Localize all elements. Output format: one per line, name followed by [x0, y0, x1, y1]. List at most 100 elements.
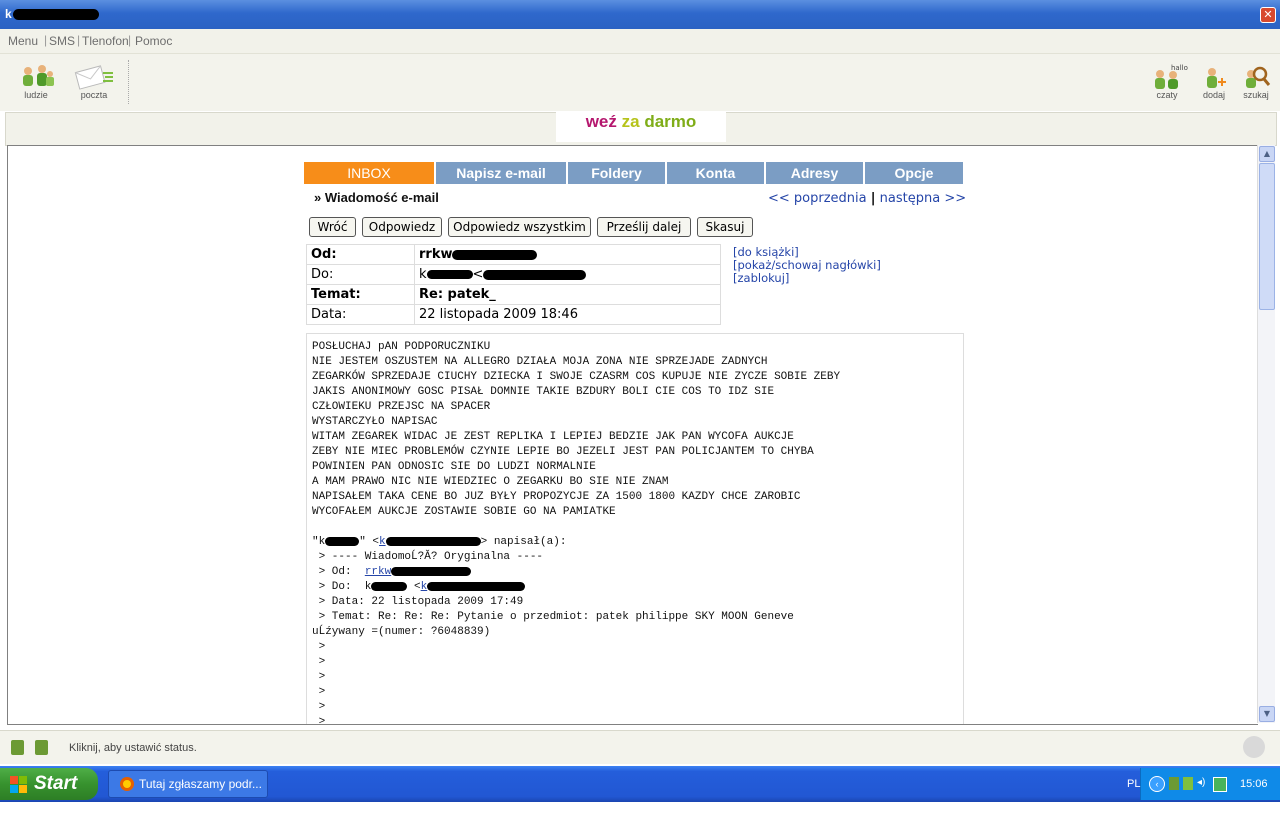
volume-icon[interactable]: ◂) [1197, 777, 1209, 790]
tab-accounts[interactable]: Konta [667, 162, 766, 184]
tool-label: czaty [1156, 90, 1178, 100]
message-pagination: << poprzednia | następna >> [768, 191, 966, 206]
scroll-up-icon[interactable]: ▲ [1259, 146, 1275, 162]
quoted-from-email-link[interactable]: rrkw [365, 566, 472, 578]
body-line: JAKIS ANONIMOWY GOSC PISAŁ DOMNIE TAKIE … [312, 386, 775, 398]
quote-to-line: > Do: k <k [312, 580, 840, 595]
next-message-link[interactable]: następna >> [880, 191, 966, 206]
quote-intro-line: "k " <k > napisał(a): [312, 536, 567, 548]
date-value: 22 listopada 2009 18:46 [414, 304, 721, 325]
body-line: POWINIEN PAN ODNOSIC SIE DO LUDZI NORMAL… [312, 461, 596, 473]
scroll-down-icon[interactable]: ▼ [1259, 706, 1275, 722]
header-side-links: [do książki] [pokaż/schowaj nagłówki] [z… [733, 246, 881, 285]
quote-empty-line: > [312, 656, 326, 668]
clock[interactable]: 15:06 [1240, 778, 1268, 790]
quoted-sender-email-link[interactable]: k [379, 536, 481, 548]
network-icon[interactable] [1213, 777, 1227, 792]
header-row-date: Data: 22 listopada 2009 18:46 [306, 304, 721, 325]
menu-separator: | [77, 33, 81, 47]
mail-tool-button[interactable]: poczta [72, 62, 116, 100]
start-label: Start [34, 773, 78, 794]
tray-app-icon[interactable] [1183, 777, 1193, 790]
body-line: ZEGARKÓW SPRZEDAJE CIUCHY DZIECKA I SWOJ… [312, 371, 841, 383]
tab-options[interactable]: Opcje [865, 162, 963, 184]
menu-item-tlenofon[interactable]: Tlenofon [82, 34, 129, 48]
subject-label: Temat: [306, 284, 415, 305]
delete-button[interactable]: Skasuj [697, 217, 753, 237]
menu-bar: Menu | SMS | Tlenofon | Pomoc [0, 29, 1280, 54]
add-tool-button[interactable]: dodaj [1192, 62, 1236, 100]
tab-inbox[interactable]: INBOX [304, 162, 436, 184]
firefox-icon [120, 777, 134, 791]
message-body-text: POSŁUCHAJ pAN PODPORUCZNIKU NIE JESTEM OS… [312, 340, 841, 725]
taskbar-window-item[interactable]: Tutaj zgłaszamy podr... [108, 770, 268, 798]
language-indicator[interactable]: PL [1127, 778, 1140, 790]
user-avatar[interactable] [1243, 736, 1265, 758]
tab-write-email[interactable]: Napisz e-mail [436, 162, 568, 184]
search-tool-button[interactable]: szukaj [1234, 62, 1278, 100]
body-line: WYCOFAŁEM AUKCJE ZOSTAWIE SOBIE GO NA PA… [312, 506, 616, 518]
header-row-from: Od: rrkw [306, 244, 721, 265]
quote-date-line: > Data: 22 listopada 2009 17:49 [312, 596, 524, 608]
tab-folders[interactable]: Foldery [568, 162, 667, 184]
header-row-to: Do: k < [306, 264, 721, 285]
status-text[interactable]: Kliknij, aby ustawić status. [69, 742, 197, 754]
window-titlebar[interactable]: k ✕ [0, 0, 1280, 29]
window-title: k [5, 7, 99, 21]
body-line: CZŁOWIEKU PRZEJSC NA SPACER [312, 401, 491, 413]
gg-tray-icon[interactable] [1169, 777, 1179, 790]
block-sender-link[interactable]: [zablokuj] [733, 272, 881, 285]
vertical-scrollbar[interactable]: ▲ ▼ [1257, 145, 1275, 723]
tab-addresses[interactable]: Adresy [766, 162, 865, 184]
to-label: Do: [306, 264, 415, 285]
tool-label: szukaj [1243, 90, 1269, 100]
previous-message-link[interactable]: << poprzednia [768, 191, 867, 206]
ad-banner[interactable]: weź za darmo [556, 111, 726, 142]
people-tool-button[interactable]: ludzie [14, 62, 58, 100]
message-body: POSŁUCHAJ pAN PODPORUCZNIKU NIE JESTEM OS… [306, 333, 964, 725]
close-window-button[interactable]: ✕ [1260, 7, 1276, 23]
menu-separator: | [44, 33, 48, 47]
main-toolbar: ludzie poczta hallo czaty dodaj szukaj [0, 54, 1280, 111]
quote-empty-line: > [312, 701, 326, 713]
forward-button[interactable]: Prześlij dalej [597, 217, 691, 237]
chats-tool-button[interactable]: hallo czaty [1145, 62, 1189, 100]
status-toggle-icon[interactable] [35, 740, 48, 755]
start-button[interactable]: Start [0, 768, 98, 800]
quote-empty-line: > [312, 716, 326, 725]
banner-word: weź [585, 112, 617, 131]
message-headers: Od: rrkw Do: k < Temat: Re: patek_ Data: … [306, 244, 721, 325]
from-label: Od: [306, 244, 415, 265]
menu-item-menu[interactable]: Menu [8, 34, 38, 48]
scrollbar-thumb[interactable] [1259, 163, 1275, 310]
body-line: NAPISAŁEM TAKA CENE BO JUZ BYŁY PROPOZYC… [312, 491, 801, 503]
reply-button[interactable]: Odpowiedz [362, 217, 442, 237]
menu-item-sms[interactable]: SMS [49, 34, 75, 48]
add-person-icon [1192, 62, 1236, 90]
back-button[interactable]: Wróć [309, 217, 356, 237]
quote-empty-line: > [312, 671, 326, 683]
to-value: k < [414, 264, 721, 285]
people-icon [14, 62, 58, 90]
menu-separator: | [128, 33, 132, 47]
quoted-to-email-link[interactable]: k [421, 581, 526, 593]
body-line: NIE JESTEM OSZUSTEM NA ALLEGRO DZIAŁA MO… [312, 356, 768, 368]
menu-item-pomoc[interactable]: Pomoc [135, 34, 172, 48]
desktop-screen: k ✕ Menu | SMS | Tlenofon | Pomoc ludzie… [0, 0, 1280, 836]
quote-from-line: > Od: rrkw [312, 565, 840, 580]
quote-empty-line: > [312, 686, 326, 698]
quote-subject-line: > Temat: Re: Re: Re: Pytanie o przedmiot… [312, 611, 794, 623]
toolbar-divider [128, 60, 129, 104]
reply-all-button[interactable]: Odpowiedz wszystkim [448, 217, 591, 237]
os-taskbar: Start Tutaj zgłaszamy podr... PL ‹ ◂) 15… [0, 766, 1280, 802]
body-line: ZEBY NIE MIEC PROBLEMÓW CZYNIE LEPIE BO … [312, 446, 814, 458]
tray-expand-icon[interactable]: ‹ [1149, 776, 1165, 792]
banner-word: za [621, 112, 640, 131]
chat-people-icon: hallo [1145, 62, 1189, 90]
quote-empty-line: > [312, 641, 326, 653]
mail-icon [72, 62, 116, 90]
body-line: A MAM PRAWO NIC NIE WIEDZIEC O ZEGARKU B… [312, 476, 669, 488]
windows-logo-icon [10, 776, 27, 793]
gg-status-icon[interactable] [11, 740, 24, 755]
subject-value: Re: patek_ [414, 284, 721, 305]
